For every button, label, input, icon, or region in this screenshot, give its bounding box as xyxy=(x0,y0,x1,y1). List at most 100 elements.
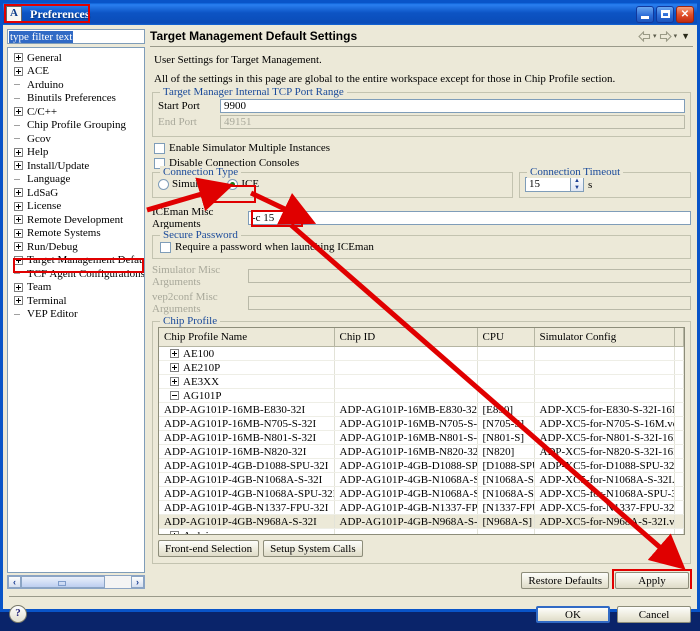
scrollbar-track[interactable] xyxy=(21,576,131,588)
forward-dropdown-icon[interactable]: ▾ xyxy=(674,31,678,42)
require-password-row[interactable]: Require a password when launching ICEman xyxy=(160,241,685,253)
sidebar-item-remote-development[interactable]: Remote Development xyxy=(8,213,144,227)
sidebar-item-arduino[interactable]: Arduino xyxy=(8,78,144,92)
sidebar-item-gcov[interactable]: Gcov xyxy=(8,132,144,146)
table-row[interactable]: AE210P xyxy=(159,360,684,375)
table-row[interactable]: ADP-AG101P-4GB-N1337-FPU-32I ADP-AG101P-4… xyxy=(159,500,684,515)
ice-radio[interactable] xyxy=(227,178,239,190)
expand-icon[interactable] xyxy=(14,296,23,306)
table-row[interactable]: ADP-AG101P-16MB-E830-32I ADP-AG101P-16MB-… xyxy=(159,402,684,417)
sidebar-item-install-update[interactable]: Install/Update xyxy=(8,159,144,173)
expand-icon[interactable] xyxy=(14,282,23,292)
filter-input[interactable]: type filter text xyxy=(7,29,145,44)
expand-icon[interactable] xyxy=(14,147,23,157)
start-port-input[interactable]: 9900 xyxy=(220,99,685,113)
sidebar-item-run-debug[interactable]: Run/Debug xyxy=(8,240,144,254)
sidebar-item-target-management-default-settings[interactable]: Target Management Default Se xyxy=(8,254,144,268)
table-row[interactable]: AE3XX xyxy=(159,374,684,389)
tcp-port-range-group: Target Manager Internal TCP Port Range S… xyxy=(152,86,691,137)
expand-icon[interactable] xyxy=(14,215,23,225)
simulator-radio[interactable] xyxy=(158,178,169,190)
table-row[interactable]: ADP-AG101P-16MB-N801-S-32I ADP-AG101P-16M… xyxy=(159,430,684,445)
apply-button[interactable]: Apply xyxy=(615,572,689,589)
forward-arrow-icon[interactable] xyxy=(659,30,672,42)
scroll-right-icon[interactable]: › xyxy=(131,576,144,588)
column-header-simulator-config[interactable]: Simulator Config xyxy=(534,328,675,347)
enable-simulator-multiple-instances-row[interactable]: Enable Simulator Multiple Instances xyxy=(154,142,691,154)
sidebar-item-binutils-preferences[interactable]: Binutils Preferences xyxy=(8,92,144,106)
page-title: Target Management Default Settings xyxy=(150,29,358,43)
table-row[interactable]: Arduino xyxy=(159,528,684,534)
column-header-cpu[interactable]: CPU xyxy=(477,328,535,347)
expand-icon[interactable] xyxy=(14,228,23,238)
require-password-checkbox[interactable] xyxy=(160,241,171,253)
enable-simulator-multiple-instances-checkbox[interactable] xyxy=(154,142,165,154)
sidebar-item-tcf-agent-configurations[interactable]: TCF Agent Configurations xyxy=(8,267,144,281)
stepper-down-icon[interactable]: ▼ xyxy=(571,185,583,192)
column-header-chip-profile-name[interactable]: Chip Profile Name xyxy=(159,328,335,347)
table-row-selected[interactable]: ADP-AG101P-4GB-N968A-S-32I ADP-AG101P-4GB… xyxy=(159,514,684,529)
setup-system-calls-button[interactable]: Setup System Calls xyxy=(263,540,363,557)
preferences-tree[interactable]: General ACE Arduino Binutils Preferences… xyxy=(7,47,145,573)
table-row[interactable]: ADP-AG101P-16MB-N820-32I ADP-AG101P-16MB-… xyxy=(159,444,684,459)
minimize-button[interactable] xyxy=(636,5,654,23)
sidebar-item-ldsag[interactable]: LdSaG xyxy=(8,186,144,200)
sidebar-item-chip-profile-grouping[interactable]: Chip Profile Grouping xyxy=(8,119,144,133)
sidebar-item-ace[interactable]: ACE xyxy=(8,65,144,79)
secure-password-legend: Secure Password xyxy=(160,229,241,241)
cancel-button[interactable]: Cancel xyxy=(617,605,691,623)
scrollbar-thumb[interactable] xyxy=(21,576,105,588)
expand-icon[interactable] xyxy=(14,66,23,76)
back-arrow-icon[interactable] xyxy=(638,30,651,42)
expand-icon[interactable] xyxy=(14,161,23,171)
table-row[interactable]: ADP-AG101P-16MB-N705-S-32I ADP-AG101P-16M… xyxy=(159,416,684,431)
table-row[interactable]: ADP-AG101P-4GB-D1088-SPU-32I ADP-AG101P-4… xyxy=(159,458,684,473)
sidebar-item-license[interactable]: License xyxy=(8,200,144,214)
maximize-button[interactable] xyxy=(656,5,674,23)
ok-button[interactable]: OK xyxy=(536,605,610,623)
iceman-misc-arguments-input[interactable]: -c 15 xyxy=(248,211,691,225)
scroll-left-icon[interactable]: ‹ xyxy=(8,576,21,588)
sidebar-item-cpp[interactable]: C/C++ xyxy=(8,105,144,119)
cell-cpu xyxy=(477,528,535,534)
table-row[interactable]: AG101P xyxy=(159,388,684,403)
sidebar-item-general[interactable]: General xyxy=(8,51,144,65)
connection-timeout-stepper[interactable]: 15 ▲ ▼ s xyxy=(525,177,685,192)
expand-icon[interactable] xyxy=(14,53,23,63)
table-row[interactable]: AE100 xyxy=(159,346,684,361)
expand-icon[interactable] xyxy=(170,377,179,386)
sidebar-item-language[interactable]: Language xyxy=(8,173,144,187)
cell-chip-id xyxy=(334,346,478,361)
table-row[interactable]: ADP-AG101P-4GB-N1068A-SPU-32I ADP-AG101P-… xyxy=(159,486,684,501)
expand-icon[interactable] xyxy=(170,349,179,358)
dropdown-menu-icon[interactable]: ▼ xyxy=(681,31,690,41)
sidebar-horizontal-scrollbar[interactable]: ‹ › xyxy=(7,575,145,589)
restore-defaults-button[interactable]: Restore Defaults xyxy=(521,572,609,589)
cell-chip-id: ADP-AG101P-16MB-E830-32I xyxy=(334,402,478,417)
sidebar-item-remote-systems[interactable]: Remote Systems xyxy=(8,227,144,241)
expand-icon[interactable] xyxy=(14,255,23,265)
expand-icon[interactable] xyxy=(170,531,179,534)
column-header-extra[interactable] xyxy=(674,328,684,347)
help-icon[interactable]: ? xyxy=(9,605,27,623)
expand-icon[interactable] xyxy=(14,242,23,252)
table-row[interactable]: ADP-AG101P-4GB-N1068A-S-32I ADP-AG101P-4G… xyxy=(159,472,684,487)
collapse-icon[interactable] xyxy=(170,391,179,400)
sidebar-item-team[interactable]: Team xyxy=(8,281,144,295)
cell-name: AE3XX xyxy=(159,374,335,389)
expand-icon[interactable] xyxy=(14,188,23,198)
sidebar-item-help[interactable]: Help xyxy=(8,146,144,160)
connection-timeout-input[interactable]: 15 xyxy=(525,177,571,192)
row-label: AG101P xyxy=(183,389,222,402)
column-header-chip-id[interactable]: Chip ID xyxy=(334,328,478,347)
front-end-selection-button[interactable]: Front-end Selection xyxy=(158,540,260,557)
sidebar-item-terminal[interactable]: Terminal xyxy=(8,294,144,308)
stepper-buttons[interactable]: ▲ ▼ xyxy=(571,177,584,192)
back-dropdown-icon[interactable]: ▾ xyxy=(653,31,657,42)
close-button[interactable]: ✕ xyxy=(676,5,694,23)
sidebar-item-vep-editor[interactable]: VEP Editor xyxy=(8,308,144,322)
expand-icon[interactable] xyxy=(14,201,23,211)
chip-profile-table[interactable]: Chip Profile Name Chip ID CPU Simulator … xyxy=(158,327,685,535)
expand-icon[interactable] xyxy=(14,107,23,117)
expand-icon[interactable] xyxy=(170,363,179,372)
